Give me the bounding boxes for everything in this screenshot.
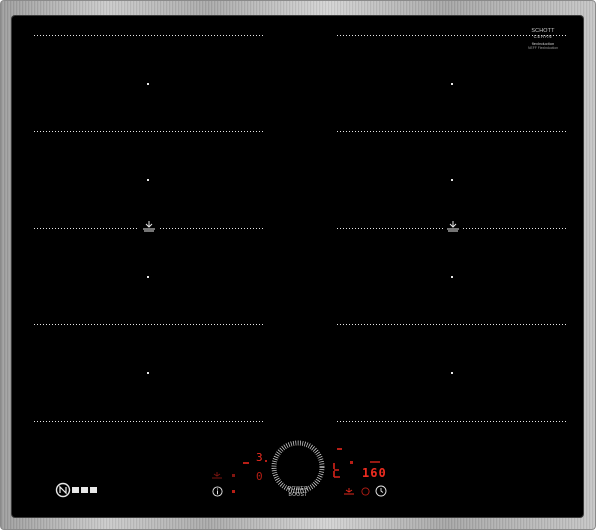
zone-line-left-3a [34,228,138,229]
zone-line-right-4 [337,324,567,325]
clock-icon[interactable] [375,485,387,497]
childlock-icon[interactable] [343,487,355,496]
timer-select-icon[interactable] [361,487,370,496]
zone-line-left-1 [34,35,263,36]
zone-line-left-3b [160,228,263,229]
indicator-led [350,461,353,464]
flex-zone-icon [447,221,459,232]
zone-line-left-2 [34,131,263,132]
zone-line-right-3b [463,228,567,229]
indicator-led [232,490,235,493]
zone-line-right-2 [337,131,567,132]
zone-center-mark [451,372,453,374]
zone-center-mark [451,83,453,85]
model-label: NEFF FlexInduction [528,46,558,50]
zone-line-left-4 [34,324,263,325]
zone-line-right-3a [337,228,443,229]
info-icon[interactable] [212,486,223,497]
zone-line-right-5 [337,421,567,422]
zone-zero-display: 0 [256,470,264,483]
zone-center-mark [147,179,149,181]
power-boost-button[interactable]: POWER BOOST [282,486,314,498]
zone-select-led [243,462,249,464]
glass-brand-print: SCHOTT CERAN flexInduction NEFF FlexIndu… [520,28,566,58]
zone-line-left-5 [34,421,263,422]
neff-logo [55,482,97,498]
zone-center-mark [147,83,149,85]
flex-zone-icon [143,221,155,232]
childlock-icon[interactable] [211,471,223,480]
boost-label: BOOST [288,492,308,498]
timer-display: 160 [362,466,387,480]
zone-center-mark [451,179,453,181]
zone-center-mark [451,276,453,278]
indicator-led [232,474,235,477]
zone-center-mark [147,372,149,374]
zone-right-level-glyph [332,462,342,478]
zone-center-mark [147,276,149,278]
zone-select-led [337,448,342,450]
level-dot [265,460,267,462]
zone-level-display: 3 [256,451,264,464]
timer-led [370,461,380,463]
ceran-label: CERAN [533,34,553,39]
